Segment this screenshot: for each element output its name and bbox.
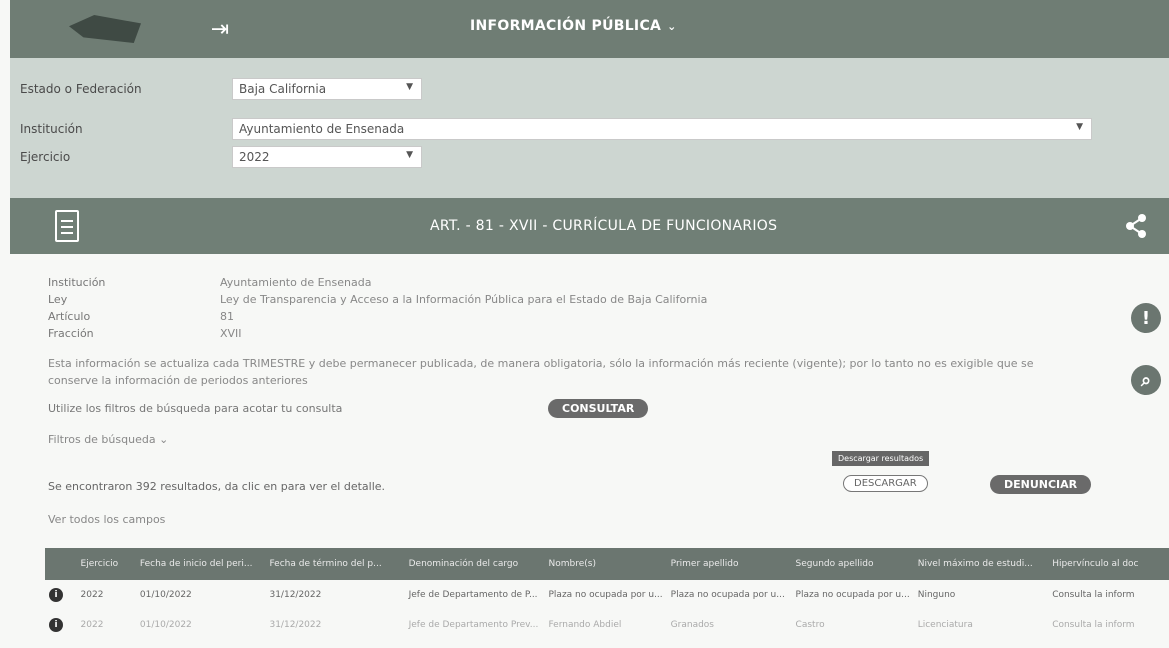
table-row: i 2022 01/10/2022 31/12/2022 Jefe de Dep… bbox=[45, 610, 1169, 640]
table-header[interactable]: Denominación del cargo bbox=[405, 548, 545, 580]
info-articulo-key: Artículo bbox=[48, 310, 91, 323]
cell: Granados bbox=[670, 620, 714, 630]
descargar-button[interactable]: DESCARGAR bbox=[843, 475, 928, 492]
logo[interactable] bbox=[10, 0, 200, 58]
cell: Castro bbox=[795, 620, 825, 630]
caret-icon: ▼ bbox=[406, 150, 413, 160]
filters-toggle-label: Filtros de búsqueda bbox=[48, 433, 156, 446]
info-institucion-key: Institución bbox=[48, 276, 106, 289]
cell: 2022 bbox=[80, 590, 104, 600]
table-header[interactable]: Nivel máximo de estudi... bbox=[914, 548, 1048, 580]
info-icon[interactable]: i bbox=[49, 618, 63, 632]
top-bar: ⇥ INFORMACIÓN PÚBLICA ⌄ bbox=[10, 0, 1169, 58]
chevron-down-icon: ⌄ bbox=[159, 433, 169, 446]
ejercicio-value: 2022 bbox=[239, 150, 270, 164]
all-fields-link[interactable]: Ver todos los campos bbox=[48, 513, 165, 526]
caret-icon: ▼ bbox=[1076, 122, 1083, 132]
row-info-cell[interactable]: i bbox=[45, 580, 77, 610]
map-logo-icon bbox=[69, 15, 141, 43]
table-header[interactable]: Segundo apellido bbox=[792, 548, 914, 580]
info-articulo-value: 81 bbox=[220, 310, 234, 323]
institucion-value: Ayuntamiento de Ensenada bbox=[239, 122, 405, 136]
filters-toggle[interactable]: Filtros de búsqueda ⌄ bbox=[48, 433, 168, 446]
cell: Jefe de Departamento de P... bbox=[408, 590, 538, 600]
institucion-label: Institución bbox=[20, 122, 83, 136]
institucion-select[interactable]: Ayuntamiento de Ensenada ▼ bbox=[232, 118, 1092, 140]
row-info-cell[interactable]: i bbox=[45, 610, 77, 640]
info-fraccion-key: Fracción bbox=[48, 327, 94, 340]
menu-informacion-publica[interactable]: INFORMACIÓN PÚBLICA ⌄ bbox=[470, 18, 677, 34]
info-icon[interactable]: i bbox=[49, 588, 63, 602]
cell: Ninguno bbox=[917, 590, 956, 600]
info-block: Institución Ayuntamiento de Ensenada Ley L… bbox=[48, 274, 707, 342]
cell: 2022 bbox=[80, 620, 104, 630]
table-header[interactable]: Fecha de término del p... bbox=[265, 548, 404, 580]
estado-select[interactable]: Baja California ▼ bbox=[232, 78, 422, 100]
table-header-icon bbox=[45, 548, 77, 580]
alert-icon[interactable]: ! bbox=[1131, 303, 1161, 333]
filters-panel: Estado o Federación Baja California ▼ Ins… bbox=[10, 58, 1169, 198]
section-title: ART. - 81 - XVII - CURRÍCULA DE FUNCIONA… bbox=[430, 218, 778, 234]
cell: Plaza no ocupada por u... bbox=[795, 590, 910, 600]
section-bar: ART. - 81 - XVII - CURRÍCULA DE FUNCIONA… bbox=[10, 198, 1169, 254]
table-header-row: Ejercicio Fecha de inicio del peri... Fe… bbox=[45, 548, 1169, 580]
estado-value: Baja California bbox=[239, 82, 327, 96]
denunciar-button[interactable]: DENUNCIAR bbox=[990, 475, 1092, 494]
cell: Licenciatura bbox=[917, 620, 973, 630]
table-row: i 2022 01/10/2022 31/12/2022 Jefe de Dep… bbox=[45, 580, 1169, 610]
cell[interactable]: Consulta la inform bbox=[1048, 580, 1169, 610]
cell[interactable]: Consulta la inform bbox=[1048, 610, 1169, 640]
caret-icon: ▼ bbox=[406, 82, 413, 92]
consultar-button[interactable]: CONSULTAR bbox=[548, 399, 649, 418]
cell: Plaza no ocupada por u... bbox=[548, 590, 663, 600]
table-header[interactable]: Primer apellido bbox=[667, 548, 792, 580]
download-tooltip: Descargar resultados bbox=[832, 451, 930, 466]
search-zoom-icon[interactable]: ⌕ bbox=[1131, 365, 1161, 395]
cell: 31/12/2022 bbox=[269, 590, 322, 600]
document-icon bbox=[55, 210, 79, 242]
ejercicio-label: Ejercicio bbox=[20, 150, 71, 164]
info-ley-key: Ley bbox=[48, 293, 68, 306]
info-fraccion-value: XVII bbox=[220, 327, 242, 340]
estado-label: Estado o Federación bbox=[20, 82, 142, 96]
cell: Fernando Abdiel bbox=[548, 620, 622, 630]
results-count: Se encontraron 392 resultados, da clic e… bbox=[48, 480, 386, 493]
cell: Plaza no ocupada por u... bbox=[670, 590, 785, 600]
info-ley-value: Ley de Transparencia y Acceso a la Infor… bbox=[220, 293, 708, 306]
info-institucion-value: Ayuntamiento de Ensenada bbox=[220, 276, 372, 289]
results-table: Ejercicio Fecha de inicio del peri... Fe… bbox=[45, 548, 1169, 640]
table-header[interactable]: Fecha de inicio del peri... bbox=[136, 548, 266, 580]
cell: 31/12/2022 bbox=[269, 620, 322, 630]
table-header[interactable]: Ejercicio bbox=[77, 548, 136, 580]
chevron-down-icon: ⌄ bbox=[667, 20, 677, 33]
table-header[interactable]: Hipervínculo al doc bbox=[1048, 548, 1169, 580]
ejercicio-select[interactable]: 2022 ▼ bbox=[232, 146, 422, 168]
cell: Jefe de Departamento Prev... bbox=[408, 620, 539, 630]
table-header[interactable]: Nombre(s) bbox=[545, 548, 667, 580]
login-icon[interactable]: ⇥ bbox=[200, 0, 240, 58]
cell: 01/10/2022 bbox=[139, 590, 192, 600]
share-icon[interactable] bbox=[1123, 213, 1149, 239]
cell: 01/10/2022 bbox=[139, 620, 192, 630]
update-note: Esta información se actualiza cada TRIME… bbox=[48, 357, 1034, 387]
search-hint: Utilize los filtros de búsqueda para aco… bbox=[48, 402, 343, 415]
